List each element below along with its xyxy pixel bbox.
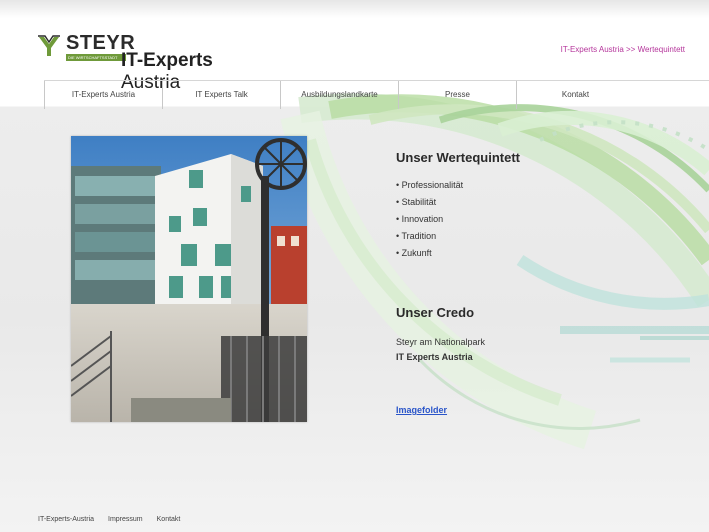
values-section: Unser Wertequintett • Professionalität •… — [396, 150, 656, 262]
list-item: • Zukunft — [396, 248, 432, 258]
credo-title: Unser Credo — [396, 305, 475, 320]
credo-line-2: IT Experts Austria — [396, 352, 473, 362]
logo[interactable]: STEYR DIE WIRTSCHAFTSSTADT IT-Experts Au… — [36, 30, 276, 93]
breadcrumb-link[interactable]: IT-Experts Austria >> Wertequintett — [561, 45, 685, 54]
credo-text: Steyr am Nationalpark IT Experts Austria — [396, 335, 485, 365]
logo-tagline: DIE WIRTSCHAFTSSTADT — [66, 54, 126, 61]
footer-link-it-experts-austria[interactable]: IT-Experts-Austria — [38, 516, 94, 523]
main-nav: IT-Experts Austria IT Experts Talk Ausbi… — [44, 80, 709, 109]
credo-line-1: Steyr am Nationalpark — [396, 337, 486, 347]
page: STEYR DIE WIRTSCHAFTSSTADT IT-Experts Au… — [0, 0, 709, 532]
brand-bold: IT-Experts — [121, 50, 213, 71]
building-photo — [71, 136, 307, 422]
nav-item-presse[interactable]: Presse — [398, 81, 516, 109]
footer-link-kontakt[interactable]: Kontakt — [157, 516, 181, 523]
values-title: Unser Wertequintett — [396, 150, 520, 165]
list-item: • Innovation — [396, 214, 444, 224]
list-item: • Professionalität — [396, 180, 464, 190]
imagefolder-link[interactable]: Imagefolder — [396, 405, 447, 415]
list-item: • Stabilität — [396, 197, 437, 207]
nav-item-it-experts-austria[interactable]: IT-Experts Austria — [44, 81, 162, 109]
building-photo-illustration — [71, 136, 307, 422]
values-list: • Professionalität • Stabilität • Innova… — [396, 177, 656, 262]
nav-item-ausbildungslandkarte[interactable]: Ausbildungslandkarte — [280, 81, 398, 109]
footer-link-impressum[interactable]: Impressum — [108, 516, 143, 523]
nav-item-it-experts-talk[interactable]: IT Experts Talk — [162, 81, 280, 109]
header: STEYR DIE WIRTSCHAFTSSTADT IT-Experts Au… — [0, 0, 709, 109]
nav-item-kontakt[interactable]: Kontakt — [516, 81, 634, 109]
steyr-logo-icon — [38, 35, 60, 56]
footer: IT-Experts-Austria Impressum Kontakt — [38, 516, 180, 523]
list-item: • Tradition — [396, 231, 437, 241]
